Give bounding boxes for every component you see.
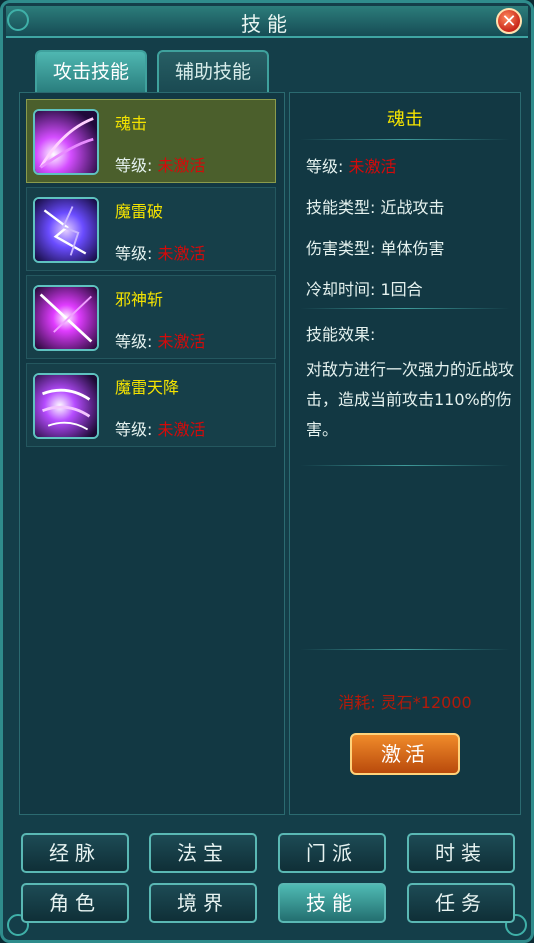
skill-level-label: 等级: (115, 244, 153, 263)
corner-ornament-icon (7, 9, 29, 31)
skill-level: 等级: 未激活 (115, 152, 206, 176)
skill-name: 魔雷天降 (115, 378, 180, 397)
skill-level: 等级: 未激活 (115, 328, 206, 352)
skill-level-status: 未激活 (157, 244, 206, 263)
skill-item-moleitianjiang[interactable]: 魔雷天降 等级: 未激活 (26, 363, 276, 447)
skill-level: 等级: 未激活 (115, 240, 206, 264)
detail-cooldown: 冷却时间: 1回合 (306, 280, 423, 299)
nav-sect-button[interactable]: 门派 (278, 833, 386, 873)
skill-moleitianjiang-icon (33, 373, 99, 439)
skill-level-status: 未激活 (157, 420, 206, 439)
divider (300, 139, 510, 140)
skill-level: 等级: 未激活 (115, 416, 206, 440)
nav-treasure-button[interactable]: 法宝 (149, 833, 257, 873)
skill-name: 魂击 (115, 114, 148, 133)
detail-skill-name: 魂击 (387, 109, 423, 130)
activate-button[interactable]: 激活 (350, 733, 460, 775)
detail-damage-type: 伤害类型: 单体伤害 (306, 239, 445, 258)
tab-attack-skills[interactable]: 攻击技能 (35, 50, 147, 92)
title-bar: 技能 ✕ (6, 6, 528, 38)
close-button[interactable]: ✕ (496, 8, 522, 34)
skill-hunji-icon (33, 109, 99, 175)
detail-effect-label: 技能效果: (306, 325, 376, 344)
skill-item-hunji[interactable]: 魂击 等级: 未激活 (26, 99, 276, 183)
skill-item-xieshenzhan[interactable]: 邪神斩 等级: 未激活 (26, 275, 276, 359)
divider (300, 465, 510, 466)
nav-realm-button[interactable]: 境界 (149, 883, 257, 923)
skill-item-moleipo[interactable]: 魔雷破 等级: 未激活 (26, 187, 276, 271)
detail-level-label: 等级: (306, 157, 344, 176)
skill-xieshenzhan-icon (33, 285, 99, 351)
activation-cost: 消耗: 灵石*12000 (338, 693, 472, 712)
divider (300, 649, 510, 650)
bottom-navigation: 经脉 法宝 门派 时装 角色 境界 技能 任务 (17, 827, 523, 935)
detail-level-status: 未激活 (348, 157, 397, 176)
skill-detail-panel: 魂击 等级: 未激活 技能类型: 近战攻击 伤害类型: 单体伤害 冷却时间: 1… (289, 92, 521, 815)
nav-character-button[interactable]: 角色 (21, 883, 129, 923)
skill-level-label: 等级: (115, 156, 153, 175)
skill-list: 魂击 等级: 未激活 魔雷破 等级: 未激活 邪神斩 等级: 未激活 魔雷天降 … (19, 92, 285, 815)
skill-moleipo-icon (33, 197, 99, 263)
detail-skill-type: 技能类型: 近战攻击 (306, 198, 445, 217)
skill-level-label: 等级: (115, 332, 153, 351)
skill-level-status: 未激活 (157, 156, 206, 175)
nav-fashion-button[interactable]: 时装 (407, 833, 515, 873)
window-title: 技能 (241, 12, 293, 36)
divider (300, 308, 510, 309)
nav-meridian-button[interactable]: 经脉 (21, 833, 129, 873)
skill-level-status: 未激活 (157, 332, 206, 351)
tab-support-skills[interactable]: 辅助技能 (157, 50, 269, 92)
skill-level-label: 等级: (115, 420, 153, 439)
nav-skills-button[interactable]: 技能 (278, 883, 386, 923)
skill-window: 技能 ✕ 攻击技能 辅助技能 魂击 等级: 未激活 魔雷破 等级: 未激活 邪神… (0, 0, 534, 943)
skill-name: 邪神斩 (115, 290, 164, 309)
detail-level: 等级: 未激活 (306, 153, 397, 177)
detail-effect-description: 对敌方进行一次强力的近战攻击，造成当前攻击110%的伤害。 (306, 360, 515, 439)
nav-quest-button[interactable]: 任务 (407, 883, 515, 923)
skill-name: 魔雷破 (115, 202, 164, 221)
